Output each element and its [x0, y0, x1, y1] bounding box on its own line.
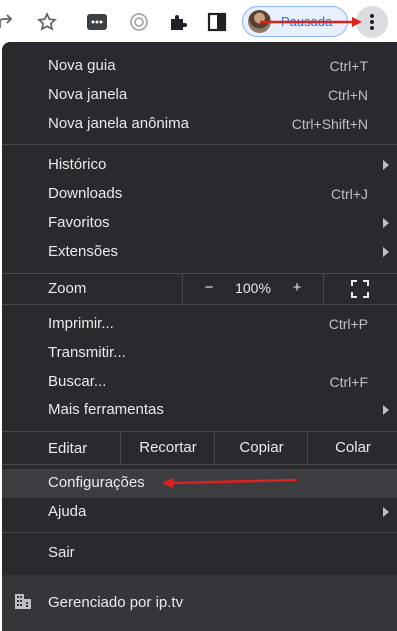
annotation-overlay: [162, 17, 362, 488]
annotation-arrow-icon: [162, 478, 298, 488]
annotation-arrow-icon: [260, 17, 362, 27]
